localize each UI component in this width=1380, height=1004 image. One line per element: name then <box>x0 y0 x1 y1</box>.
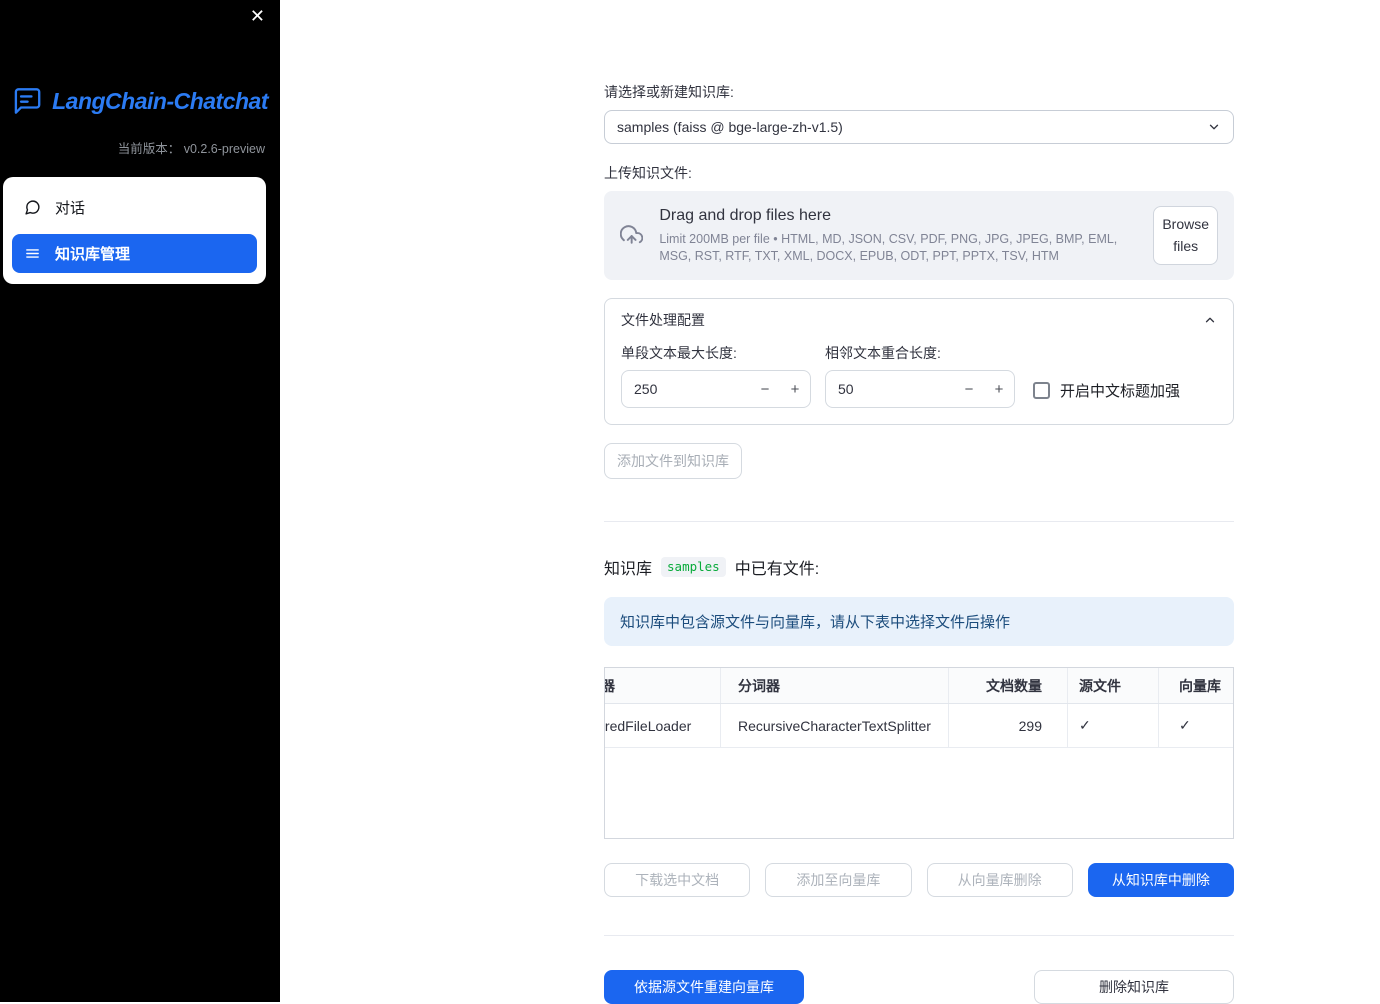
cell-splitter: RecursiveCharacterTextSplitter <box>720 704 948 748</box>
sidebar: ✕ LangChain-Chatchat 当前版本： v0.2.6-previe… <box>0 0 280 1002</box>
overlap-length-field: 相邻文本重合长度: 50 − + <box>825 343 1015 409</box>
col-header-loader: 文档加载器 <box>605 677 615 694</box>
cell-doc-count: 299 <box>948 704 1067 748</box>
table-header-row[interactable]: 文档加载器 分词器 文档数量 源文件 向量库 <box>605 668 1233 705</box>
col-header-source-file: 源文件 <box>1067 668 1158 704</box>
chat-bubble-icon <box>25 200 40 215</box>
kb-management-buttons: 依据源文件重建向量库 删除知识库 <box>604 970 1234 1004</box>
app-root: ✕ LangChain-Chatchat 当前版本： v0.2.6-previe… <box>0 0 1380 1004</box>
file-action-buttons: 下载选中文档 添加至向量库 从向量库删除 从知识库中删除 <box>604 863 1234 898</box>
expander-title: 文件处理配置 <box>621 312 705 329</box>
file-dropzone[interactable]: Drag and drop files here Limit 200MB per… <box>604 191 1234 281</box>
kb-select-label: 请选择或新建知识库: <box>604 84 734 100</box>
delete-from-kb-button[interactable]: 从知识库中删除 <box>1087 863 1234 898</box>
cell-loader: UnstructuredFileLoader <box>605 717 692 734</box>
list-icon <box>26 249 39 258</box>
add-files-to-kb-button[interactable]: 添加文件到知识库 <box>604 443 742 480</box>
files-table: 文档加载器 分词器 文档数量 源文件 向量库 UnstructuredFileL… <box>604 667 1234 840</box>
table-row[interactable]: UnstructuredFileLoader RecursiveCharacte… <box>605 704 1233 749</box>
close-sidebar-icon[interactable]: ✕ <box>250 7 265 25</box>
kb-name-code: samples <box>661 557 726 578</box>
chevron-down-icon <box>1209 124 1219 130</box>
kb-files-suffix: 中已有文件: <box>734 561 820 579</box>
divider <box>604 521 1234 523</box>
rebuild-vector-store-button[interactable]: 依据源文件重建向量库 <box>604 970 804 1004</box>
cell-vector-check: ✓ <box>1158 704 1233 748</box>
dropzone-title: Drag and drop files here <box>659 207 831 225</box>
logo-text: LangChain-Chatchat <box>52 87 268 114</box>
max-length-value: 250 <box>634 381 658 398</box>
version-label: 当前版本： v0.2.6-preview <box>117 142 265 156</box>
overlap-length-value: 50 <box>838 381 854 398</box>
kb-select[interactable]: samples (faiss @ bge-large-zh-v1.5) <box>604 110 1234 144</box>
col-header-vector-store: 向量库 <box>1158 668 1233 704</box>
overlap-length-input[interactable]: 50 − + <box>825 370 1015 409</box>
sidebar-item-label: 对话 <box>55 200 86 217</box>
dropzone-limit-text: Limit 200MB per file • HTML, MD, JSON, C… <box>659 232 1118 263</box>
col-header-doc-count: 文档数量 <box>948 668 1067 704</box>
cell-source-check: ✓ <box>1067 704 1158 748</box>
upload-label: 上传知识文件: <box>604 165 692 181</box>
delete-from-vector-store-button[interactable]: 从向量库删除 <box>926 863 1073 898</box>
max-length-input[interactable]: 250 − + <box>621 370 811 409</box>
minus-button[interactable]: − <box>750 381 780 398</box>
download-selected-button[interactable]: 下载选中文档 <box>604 863 751 898</box>
plus-button[interactable]: + <box>780 381 810 398</box>
browse-files-button[interactable]: Browse files <box>1153 206 1218 266</box>
expander-body: 单段文本最大长度: 250 − + 相邻文本重合长度: 50 − + 开启中文标… <box>605 339 1233 424</box>
table-empty-area <box>605 748 1233 839</box>
info-banner: 知识库中包含源文件与向量库，请从下表中选择文件后操作 <box>604 597 1234 647</box>
col-header-splitter: 分词器 <box>720 668 948 704</box>
kb-files-heading: 知识库 samples 中已有文件: <box>604 555 1234 579</box>
app-logo: LangChain-Chatchat <box>0 0 280 118</box>
file-config-expander: 文件处理配置 单段文本最大长度: 250 − + 相邻文本重合长度: 50 − … <box>604 298 1234 426</box>
max-length-label: 单段文本最大长度: <box>621 345 737 362</box>
plus-button[interactable]: + <box>984 381 1014 398</box>
sidebar-nav: 对话 知识库管理 <box>3 177 266 284</box>
sidebar-item-label: 知识库管理 <box>55 246 131 263</box>
logo-chat-icon <box>14 88 41 114</box>
add-to-vector-store-button[interactable]: 添加至向量库 <box>765 863 912 898</box>
chevron-up-icon <box>1205 317 1215 323</box>
upload-cloud-icon <box>620 224 644 244</box>
kb-select-value: samples (faiss @ bge-large-zh-v1.5) <box>617 119 843 135</box>
max-length-field: 单段文本最大长度: 250 − + <box>621 343 811 409</box>
main-content: 请选择或新建知识库: samples (faiss @ bge-large-zh… <box>604 0 1234 1004</box>
dropzone-text: Drag and drop files here Limit 200MB per… <box>659 207 1137 264</box>
sidebar-item-dialogue[interactable]: 对话 <box>12 188 257 227</box>
checkbox-label: 开启中文标题加强 <box>1060 382 1181 400</box>
sidebar-item-knowledge-base[interactable]: 知识库管理 <box>12 234 257 273</box>
zh-title-enhance-option[interactable]: 开启中文标题加强 <box>1033 371 1180 409</box>
checkbox-unchecked[interactable] <box>1033 381 1050 399</box>
divider <box>604 935 1234 937</box>
expander-header[interactable]: 文件处理配置 <box>605 299 1233 339</box>
overlap-length-label: 相邻文本重合长度: <box>825 345 941 362</box>
minus-button[interactable]: − <box>954 381 984 398</box>
kb-files-prefix: 知识库 <box>604 561 653 579</box>
delete-kb-button[interactable]: 删除知识库 <box>1034 970 1234 1004</box>
